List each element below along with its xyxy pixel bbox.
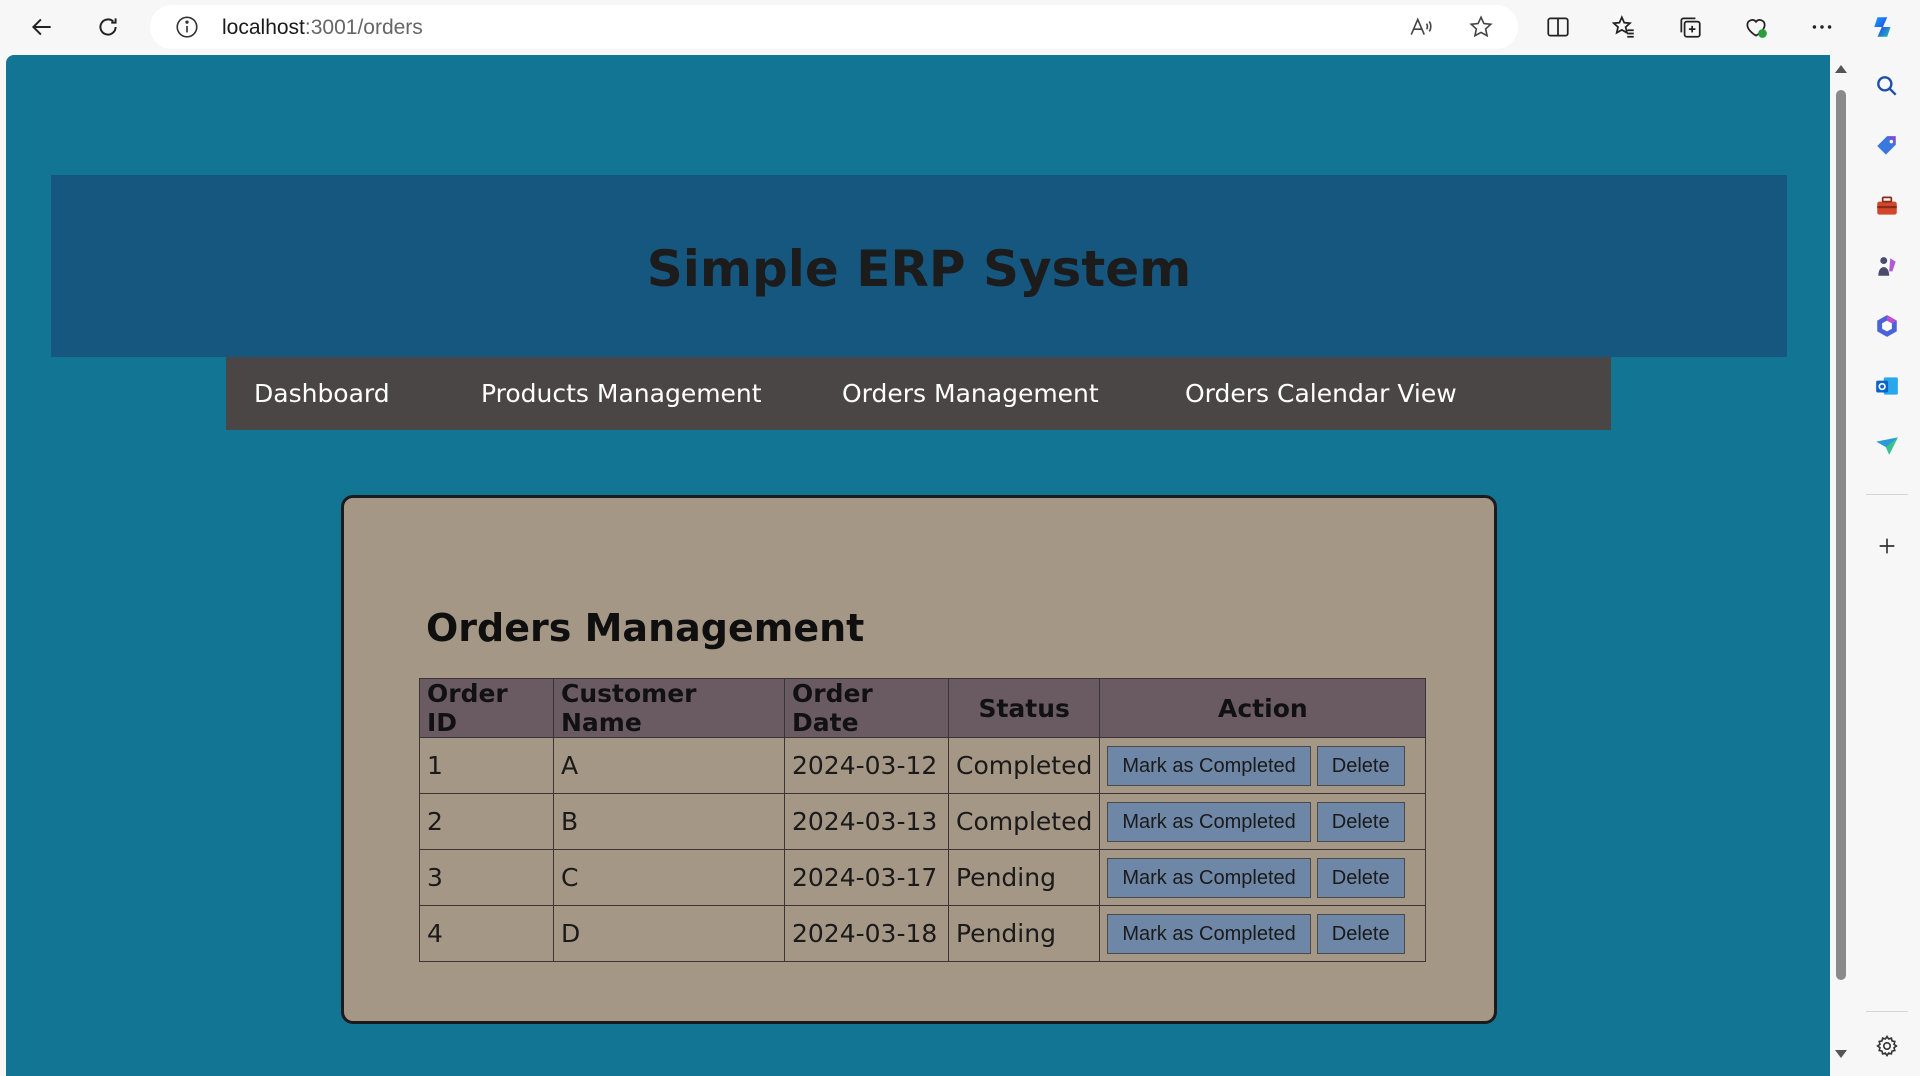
split-screen-icon[interactable]: [1538, 8, 1578, 46]
url-path: :3001/orders: [304, 16, 423, 39]
back-arrow-icon[interactable]: [22, 8, 62, 46]
orders-table: Order ID Customer Name Order Date Status…: [419, 678, 1427, 962]
status-cell: Pending: [947, 905, 1101, 962]
delete-button[interactable]: Delete: [1316, 745, 1405, 786]
more-icon[interactable]: [1802, 8, 1842, 46]
mark-completed-button[interactable]: Mark as Completed: [1107, 857, 1311, 898]
tools-icon[interactable]: [1872, 191, 1902, 221]
table-row: 4 D 2024-03-18 Pending Mark as Completed…: [419, 905, 1427, 962]
scroll-thumb[interactable]: [1836, 90, 1846, 980]
vertical-scrollbar[interactable]: [1830, 55, 1852, 1076]
action-cell: Mark as Completed Delete: [1099, 737, 1427, 794]
header-action: Action: [1099, 678, 1427, 738]
table-header-row: Order ID Customer Name Order Date Status…: [419, 678, 1427, 738]
browser-sidebar: [1852, 53, 1920, 1076]
mark-completed-button[interactable]: Mark as Completed: [1107, 745, 1311, 786]
status-cell: Completed: [947, 793, 1101, 850]
action-cell: Mark as Completed Delete: [1099, 849, 1427, 906]
customer-cell: D: [553, 905, 785, 962]
status-cell: Pending: [947, 849, 1101, 906]
main-nav: Dashboard Products Management Orders Man…: [226, 357, 1611, 430]
settings-icon[interactable]: [1872, 1031, 1902, 1061]
nav-dashboard[interactable]: Dashboard: [254, 379, 390, 408]
sidebar-divider: [1866, 1011, 1908, 1012]
nav-products-management[interactable]: Products Management: [481, 379, 762, 408]
date-cell: 2024-03-17: [784, 849, 949, 906]
address-bar[interactable]: localhost:3001/orders: [150, 5, 1518, 49]
orders-card: Orders Management Order ID Customer Name…: [341, 495, 1497, 1024]
shopping-tag-icon[interactable]: [1872, 131, 1902, 161]
date-cell: 2024-03-12: [784, 737, 949, 794]
date-cell: 2024-03-13: [784, 793, 949, 850]
add-icon[interactable]: [1872, 531, 1902, 561]
action-cell: Mark as Completed Delete: [1099, 793, 1427, 850]
order-id-cell: 1: [419, 737, 554, 794]
collections-icon[interactable]: [1670, 8, 1710, 46]
header-customer-name: Customer Name: [553, 678, 785, 738]
mark-completed-button[interactable]: Mark as Completed: [1107, 913, 1311, 954]
search-icon[interactable]: [1872, 71, 1902, 101]
customer-cell: B: [553, 793, 785, 850]
info-icon[interactable]: [174, 14, 200, 40]
sidebar-divider: [1866, 494, 1908, 495]
url-text[interactable]: localhost:3001/orders: [222, 16, 423, 40]
customer-cell: A: [553, 737, 785, 794]
office-icon[interactable]: [1872, 311, 1902, 341]
table-row: 1 A 2024-03-12 Completed Mark as Complet…: [419, 737, 1427, 794]
order-id-cell: 4: [419, 905, 554, 962]
table-row: 2 B 2024-03-13 Completed Mark as Complet…: [419, 793, 1427, 850]
action-cell: Mark as Completed Delete: [1099, 905, 1427, 962]
nav-orders-management[interactable]: Orders Management: [842, 379, 1099, 408]
read-aloud-icon[interactable]: [1408, 14, 1434, 40]
app-header: Simple ERP System: [51, 175, 1787, 357]
copilot-icon[interactable]: [1864, 8, 1904, 46]
reload-icon[interactable]: [88, 8, 128, 46]
customer-cell: C: [553, 849, 785, 906]
table-row: 3 C 2024-03-17 Pending Mark as Completed…: [419, 849, 1427, 906]
header-status: Status: [947, 678, 1101, 738]
browser-toolbar: localhost:3001/orders: [0, 0, 1920, 53]
delete-button[interactable]: Delete: [1316, 913, 1405, 954]
status-cell: Completed: [947, 737, 1101, 794]
delete-button[interactable]: Delete: [1316, 857, 1405, 898]
drop-icon[interactable]: [1872, 431, 1902, 461]
url-host: localhost: [222, 16, 305, 39]
star-icon[interactable]: [1468, 14, 1494, 40]
header-order-id: Order ID: [419, 678, 554, 738]
header-order-date: Order Date: [784, 678, 949, 738]
browser-essentials-icon[interactable]: [1736, 8, 1776, 46]
mark-completed-button[interactable]: Mark as Completed: [1107, 801, 1311, 842]
scroll-down-arrow-icon[interactable]: [1835, 1050, 1847, 1058]
date-cell: 2024-03-18: [784, 905, 949, 962]
delete-button[interactable]: Delete: [1316, 801, 1405, 842]
section-title: Orders Management: [426, 606, 865, 650]
order-id-cell: 3: [419, 849, 554, 906]
page-viewport: Simple ERP System Dashboard Products Man…: [6, 55, 1830, 1076]
nav-orders-calendar-view[interactable]: Orders Calendar View: [1185, 379, 1457, 408]
games-icon[interactable]: [1872, 251, 1902, 281]
app-title: Simple ERP System: [646, 240, 1192, 298]
favorites-icon[interactable]: [1604, 8, 1644, 46]
order-id-cell: 2: [419, 793, 554, 850]
outlook-icon[interactable]: [1872, 371, 1902, 401]
scroll-up-arrow-icon[interactable]: [1835, 65, 1847, 73]
